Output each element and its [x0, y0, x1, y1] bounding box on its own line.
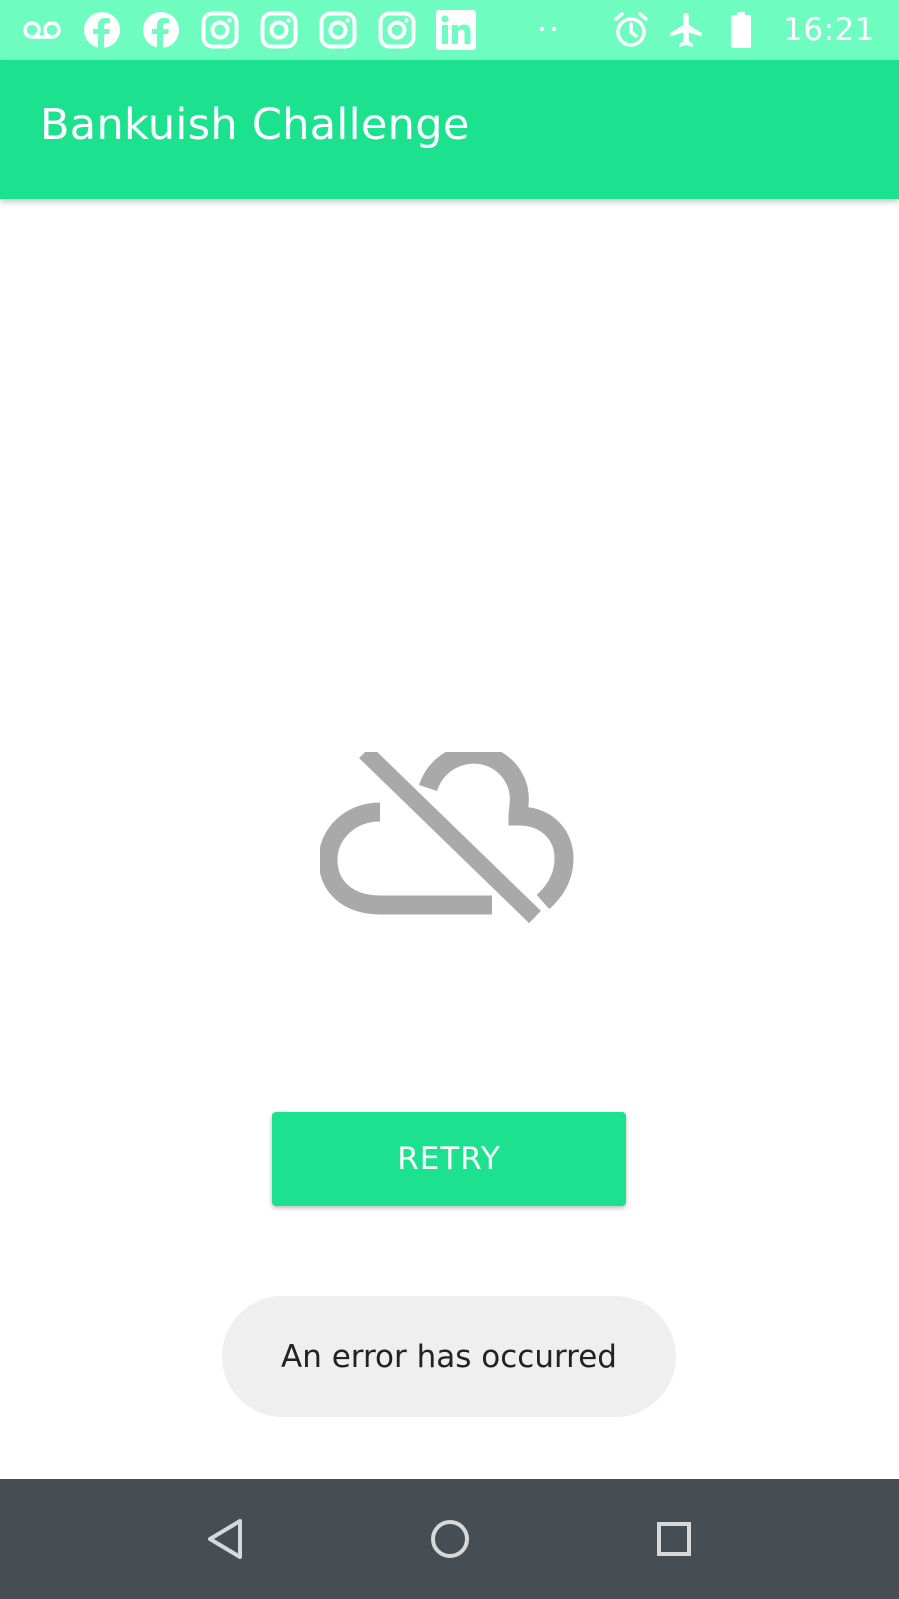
navigation-bar: [0, 1479, 899, 1599]
cloud-off-icon: [320, 752, 574, 924]
retry-button[interactable]: RETRY: [272, 1112, 626, 1206]
battery-full-icon: [721, 10, 761, 50]
more-notifications-dots-icon: [536, 17, 560, 41]
screen: 16:21 Bankuish Challenge RETRY An error …: [0, 0, 899, 1599]
error-toast: An error has occurred: [222, 1296, 676, 1417]
back-button[interactable]: [195, 1509, 255, 1569]
recents-button[interactable]: [644, 1509, 704, 1569]
airplane-mode-icon: [666, 10, 706, 50]
system-status: 16:21: [596, 0, 875, 60]
status-bar: 16:21: [0, 0, 899, 60]
app-bar: Bankuish Challenge: [0, 60, 899, 199]
clock: 16:21: [783, 12, 875, 48]
home-icon: [431, 1520, 469, 1558]
home-button[interactable]: [420, 1509, 480, 1569]
instagram-icon: [259, 10, 299, 50]
facebook-icon: [141, 10, 181, 50]
instagram-icon: [200, 10, 240, 50]
recents-icon: [657, 1522, 691, 1556]
notification-icons: [22, 0, 495, 60]
voicemail-icon: [22, 10, 62, 50]
instagram-icon: [318, 10, 358, 50]
facebook-icon: [82, 10, 122, 50]
back-icon: [208, 1519, 242, 1559]
linkedin-icon: [436, 10, 476, 50]
toast-message: An error has occurred: [281, 1338, 617, 1375]
alarm-icon: [611, 10, 651, 50]
error-content: RETRY An error has occurred: [0, 199, 899, 1479]
app-title: Bankuish Challenge: [40, 100, 470, 150]
instagram-icon: [377, 10, 417, 50]
